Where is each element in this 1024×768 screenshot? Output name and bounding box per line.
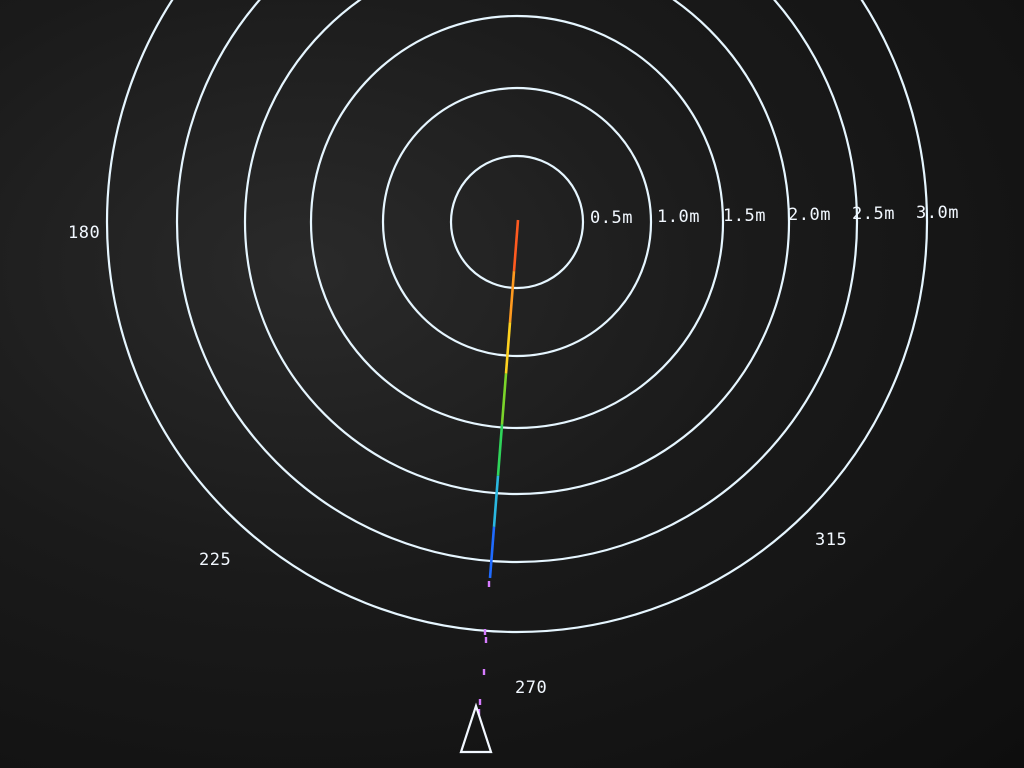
trace-segment	[508, 271, 516, 323]
range-label-2-5m: 2.5m	[852, 204, 895, 224]
trace-dot	[487, 581, 491, 587]
trace-segment	[496, 424, 504, 476]
trace-dot	[482, 669, 486, 675]
angle-label-180: 180	[68, 223, 100, 243]
trace-segment	[512, 219, 520, 272]
range-ring-2-5m	[176, 0, 858, 563]
angle-label-315: 315	[815, 530, 847, 550]
range-label-0-5m: 0.5m	[590, 208, 633, 228]
trace-dot	[484, 637, 488, 643]
range-label-2-0m: 2.0m	[788, 205, 831, 225]
radar-screen: 0.5m 1.0m 1.5m 2.0m 2.5m 3.0m 180 225 27…	[0, 0, 1024, 768]
range-label-3-0m: 3.0m	[916, 203, 959, 223]
trace-segment	[488, 526, 496, 579]
angle-label-270: 270	[515, 678, 547, 698]
trace-dot	[483, 629, 487, 635]
range-labels: 0.5m 1.0m 1.5m 2.0m 2.5m 3.0m	[590, 203, 959, 228]
trace-segment	[504, 322, 512, 374]
range-label-1-0m: 1.0m	[657, 207, 700, 227]
heading-marker-icon	[459, 702, 493, 754]
range-rings	[106, 0, 928, 633]
trace-segment	[500, 373, 508, 425]
range-ring-3-0m	[106, 0, 928, 633]
radar-display: 0.5m 1.0m 1.5m 2.0m 2.5m 3.0m 180 225 27…	[68, 0, 959, 754]
range-label-1-5m: 1.5m	[723, 206, 766, 226]
trace-segment	[492, 475, 500, 527]
scan-trace	[477, 219, 520, 715]
trace-dot	[478, 699, 482, 705]
angle-label-225: 225	[199, 550, 231, 570]
